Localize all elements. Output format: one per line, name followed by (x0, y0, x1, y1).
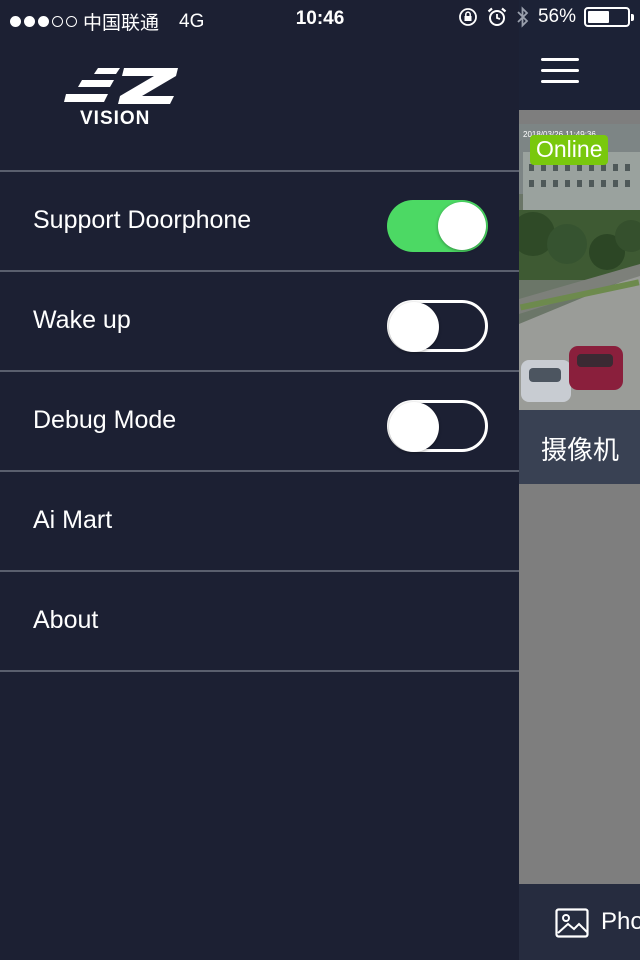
status-bar: 中国联通 4G 10:46 56% (0, 0, 640, 38)
bottom-photos-tab[interactable]: Pho (519, 884, 640, 960)
side-drawer: VISION Support Doorphone Wake up Debug M… (0, 0, 519, 960)
drawer-menu-list: Support Doorphone Wake up Debug Mode Ai … (0, 170, 519, 672)
alarm-clock-icon (487, 7, 507, 26)
menu-item-debug-mode[interactable]: Debug Mode (0, 370, 519, 470)
menu-hamburger-icon[interactable] (541, 58, 581, 86)
menu-item-ai-mart[interactable]: Ai Mart (0, 470, 519, 570)
camera-card[interactable]: 2018/03/26 11:49:36 Online 摄像机 (519, 124, 640, 484)
camera-name: 摄像机 (541, 435, 620, 465)
bluetooth-icon (517, 6, 529, 28)
status-right: 56% (458, 6, 634, 28)
wake-up-toggle[interactable] (387, 300, 488, 352)
battery-percent: 56% (537, 6, 576, 27)
toggle-knob (438, 202, 486, 250)
app-screen: 中国联通 4G 10:46 56% Online 摄像机 Pho VISION … (0, 0, 640, 960)
menu-item-wake-up[interactable]: Wake up (0, 270, 519, 370)
battery-fill (588, 11, 609, 23)
menu-item-support-doorphone[interactable]: Support Doorphone (0, 170, 519, 270)
online-status-badge: Online (530, 135, 609, 165)
logo-wordmark: VISION (80, 108, 151, 129)
camera-snapshot-image: 2018/03/26 11:49:36 (519, 124, 640, 410)
main-panel: 2018/03/26 11:49:36 Online 摄像机 Pho (519, 0, 640, 960)
menu-item-about[interactable]: About (0, 570, 519, 672)
support-doorphone-toggle[interactable] (387, 200, 488, 252)
menu-item-label: Ai Mart (33, 506, 113, 534)
photo-icon (555, 908, 589, 938)
orientation-lock-icon (459, 8, 477, 26)
menu-item-label: Support Doorphone (33, 206, 252, 234)
ez-logo-mark (64, 68, 178, 104)
parked-car-white (521, 360, 571, 402)
battery-icon (584, 7, 634, 27)
toggle-knob (389, 302, 439, 352)
camera-label-bar: 摄像机 (519, 410, 640, 484)
photos-tab-label: Pho (601, 908, 640, 935)
camera-thumbnail[interactable]: 2018/03/26 11:49:36 Online (519, 124, 640, 410)
ez-vision-logo: VISION (64, 64, 180, 130)
menu-item-label: Debug Mode (33, 406, 177, 434)
parked-car-red (569, 346, 623, 390)
menu-item-label: About (33, 606, 99, 634)
menu-item-label: Wake up (33, 306, 131, 334)
debug-mode-toggle[interactable] (387, 400, 488, 452)
toggle-knob (389, 402, 439, 452)
